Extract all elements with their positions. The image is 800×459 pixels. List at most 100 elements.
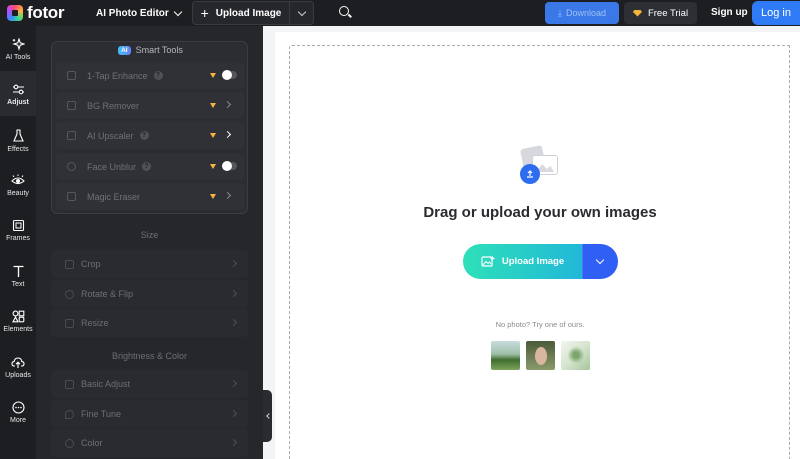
tool-label: 1-Tap Enhance xyxy=(87,70,148,81)
rail-label: Adjust xyxy=(7,99,29,106)
eraser-icon xyxy=(67,192,76,201)
drop-headline: Drag or upload your own images xyxy=(423,204,657,221)
face-unblur-toggle[interactable] xyxy=(222,161,237,171)
tool-1-tap-enhance[interactable]: 1-Tap Enhance ? xyxy=(56,62,244,89)
chevron-down-icon xyxy=(173,7,183,16)
upload-illustration xyxy=(519,144,562,185)
upload-arrow-icon xyxy=(520,164,540,184)
tool-face-unblur[interactable]: Face Unblur ? xyxy=(56,153,244,180)
premium-crown-icon xyxy=(210,164,216,169)
option-resize[interactable]: Resize xyxy=(51,309,248,337)
rail-item-text[interactable]: Text xyxy=(0,253,36,298)
color-icon xyxy=(65,438,74,448)
upload-image-button[interactable]: Upload Image xyxy=(463,244,618,279)
collapse-panel-button[interactable] xyxy=(263,390,272,442)
adjust-panel: AI Smart Tools 1-Tap Enhance ? BG Remove… xyxy=(36,26,263,459)
help-icon[interactable]: ? xyxy=(142,162,152,171)
smart-tools-header: AI Smart Tools xyxy=(52,45,249,55)
sample-image-landscape[interactable] xyxy=(491,341,520,370)
tool-bg-remover[interactable]: BG Remover xyxy=(56,92,244,119)
upload-image-label: Upload Image xyxy=(501,256,565,267)
upload-image-top-button[interactable]: + Upload Image xyxy=(192,1,314,25)
rail-item-ai-tools[interactable]: AI Tools xyxy=(0,26,36,71)
option-color[interactable]: Color xyxy=(51,429,248,457)
rail-label: Beauty xyxy=(7,190,29,197)
eye-icon xyxy=(11,174,25,185)
option-label: Fine Tune xyxy=(81,409,122,419)
editor-menu-dropdown[interactable]: AI Photo Editor xyxy=(96,7,192,19)
option-label: Resize xyxy=(81,318,109,328)
enhance-icon xyxy=(67,71,76,80)
option-fine-tune[interactable]: Fine Tune xyxy=(51,400,248,428)
sample-image-portrait[interactable] xyxy=(526,341,555,370)
upscaler-icon xyxy=(67,131,76,140)
flask-icon xyxy=(12,129,24,142)
logo-text: fotor xyxy=(27,3,65,22)
ai-badge: AI xyxy=(118,45,131,55)
premium-crown-icon xyxy=(210,133,216,138)
sample-image-plant[interactable] xyxy=(561,341,590,370)
rail-label: More xyxy=(10,417,26,424)
upload-source-dropdown[interactable] xyxy=(582,244,618,279)
fotor-logo[interactable]: fotor xyxy=(7,3,77,23)
upload-image-top-label: Upload Image xyxy=(215,7,282,19)
option-label: Rotate & Flip xyxy=(81,289,134,299)
chevron-right-icon xyxy=(229,379,238,388)
rail-item-frames[interactable]: Frames xyxy=(0,207,36,252)
rail-item-more[interactable]: More xyxy=(0,389,36,434)
upload-image-main[interactable]: + Upload Image xyxy=(193,2,289,24)
fotor-logo-icon xyxy=(7,5,23,21)
chevron-right-icon xyxy=(223,100,232,109)
rail-item-adjust[interactable]: Adjust xyxy=(0,71,36,116)
elements-icon xyxy=(11,310,24,323)
cloud-upload-icon xyxy=(11,357,25,368)
chevron-right-icon xyxy=(229,318,238,327)
chevron-left-icon xyxy=(265,413,272,419)
sliders-icon xyxy=(12,84,24,95)
upload-options-dropdown[interactable] xyxy=(289,2,313,24)
frame-icon xyxy=(12,219,24,232)
rail-label: Uploads xyxy=(5,372,31,379)
option-basic-adjust[interactable]: Basic Adjust xyxy=(51,370,248,398)
upload-image-main-button[interactable]: Upload Image xyxy=(463,244,582,279)
chevron-right-icon xyxy=(229,438,238,447)
no-photo-hint: No photo? Try one of ours. xyxy=(495,320,585,329)
help-icon[interactable]: ? xyxy=(153,71,163,80)
rail-item-elements[interactable]: Elements xyxy=(0,298,36,343)
rail-label: Elements xyxy=(3,326,33,333)
chevron-right-icon xyxy=(229,409,238,418)
section-heading-brightness-color: Brightness & Color xyxy=(111,351,188,361)
smart-tools-title: Smart Tools xyxy=(135,45,183,55)
chevron-down-icon xyxy=(297,7,306,16)
free-trial-label: Free Trial xyxy=(647,7,689,19)
chevron-right-icon xyxy=(229,259,238,268)
option-label: Basic Adjust xyxy=(81,379,131,389)
resize-icon xyxy=(65,318,74,328)
download-button[interactable]: ⤓ Download xyxy=(545,2,619,24)
enhance-toggle[interactable] xyxy=(222,70,237,80)
option-crop[interactable]: Crop xyxy=(51,250,248,278)
rail-item-beauty[interactable]: Beauty xyxy=(0,162,36,207)
option-label: Crop xyxy=(81,259,101,269)
more-icon xyxy=(11,401,25,414)
help-icon[interactable]: ? xyxy=(139,131,149,140)
free-trial-button[interactable]: Free Trial xyxy=(624,2,697,24)
search-icon[interactable] xyxy=(339,6,353,20)
basic-adjust-icon xyxy=(65,379,74,389)
chevron-right-icon xyxy=(223,191,232,200)
plus-icon: + xyxy=(200,5,209,21)
download-label: Download xyxy=(565,8,606,18)
rail-item-uploads[interactable]: Uploads xyxy=(0,344,36,389)
chevron-right-icon xyxy=(229,289,238,298)
rail-label: Text xyxy=(11,281,25,288)
option-label: Color xyxy=(81,438,103,448)
sign-up-link[interactable]: Sign up xyxy=(711,7,748,18)
tool-ai-upscaler[interactable]: AI Upscaler ? xyxy=(56,122,244,149)
smart-tools-group: AI Smart Tools 1-Tap Enhance ? BG Remove… xyxy=(51,41,248,214)
rail-item-effects[interactable]: Effects xyxy=(0,117,36,162)
chevron-right-icon xyxy=(223,130,232,139)
face-icon xyxy=(67,162,76,171)
tool-magic-eraser[interactable]: Magic Eraser xyxy=(56,183,244,210)
log-in-button[interactable]: Log in xyxy=(752,1,800,25)
option-rotate-flip[interactable]: Rotate & Flip xyxy=(51,280,248,308)
